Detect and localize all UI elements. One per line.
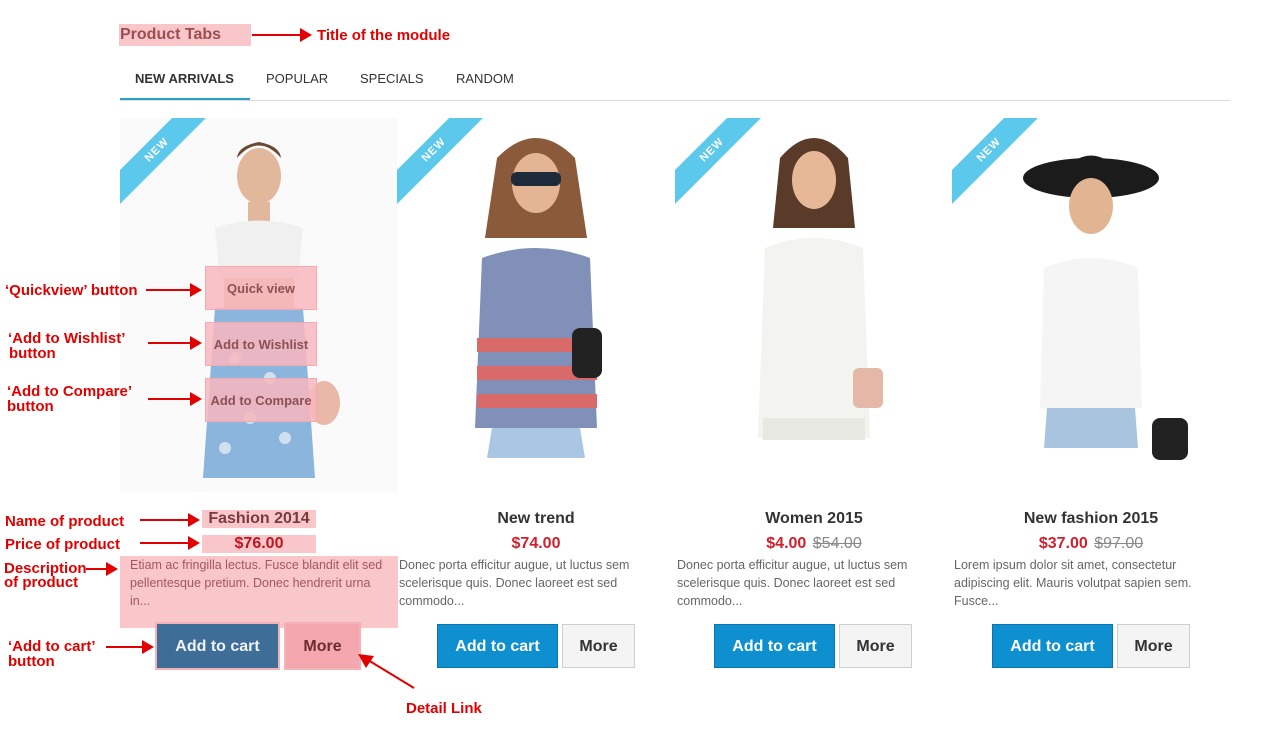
annotation-arrow — [148, 392, 202, 406]
quick-view-button[interactable]: Quick view — [205, 266, 317, 310]
product-price-wrap: $74.00 — [397, 535, 675, 553]
annotation-cart-2: button — [8, 653, 55, 670]
more-button[interactable]: More — [284, 622, 361, 670]
product-image[interactable]: NEW — [397, 118, 675, 492]
annotation-description-2: of product — [4, 574, 79, 591]
detail-link-arrow — [358, 654, 415, 689]
product-price: $74.00 — [511, 535, 561, 552]
annotation-price: Price of product — [5, 536, 121, 553]
product-name[interactable]: New fashion 2015 — [952, 510, 1230, 528]
tab-random[interactable]: RANDOM — [456, 60, 514, 101]
annotation-arrow — [86, 562, 118, 576]
tab-new-arrivals[interactable]: NEW ARRIVALS — [135, 60, 234, 101]
product-description: Lorem ipsum dolor sit amet, consectetur … — [954, 558, 1192, 608]
product-card: NEW Women 2015 $4.00 $54.00 Donec porta … — [675, 118, 953, 678]
add-to-cart-button[interactable]: Add to cart — [992, 624, 1113, 668]
product-description: Donec porta efficitur augue, ut luctus s… — [677, 558, 908, 608]
new-badge-label: NEW — [120, 118, 210, 205]
annotation-cart: ‘Add to cart’ — [8, 638, 96, 655]
product-image[interactable]: NEW — [675, 118, 953, 492]
product-price-wrap: $76.00 — [120, 535, 398, 553]
new-badge: NEW — [952, 118, 1042, 208]
new-badge-label: NEW — [952, 118, 1042, 205]
product-description: Donec porta efficitur augue, ut luctus s… — [399, 558, 630, 608]
annotation-arrow — [106, 640, 154, 654]
annotation-detail: Detail Link — [406, 700, 482, 717]
annotation-compare-2: button — [7, 398, 54, 415]
product-name[interactable]: Women 2015 — [675, 510, 953, 528]
product-price-wrap: $4.00 $54.00 — [675, 535, 953, 553]
product-image[interactable]: NEW Quick view Add to Wishlist Add to Co… — [120, 118, 398, 492]
add-to-cart-button[interactable]: Add to cart — [437, 624, 558, 668]
more-button[interactable]: More — [562, 624, 635, 668]
annotation-arrow — [140, 513, 200, 527]
tab-specials[interactable]: SPECIALS — [360, 60, 424, 101]
product-description: Etiam ac fringilla lectus. Fusce blandit… — [120, 556, 398, 628]
annotation-title: Title of the module — [317, 27, 451, 44]
tab-popular[interactable]: POPULAR — [266, 60, 328, 101]
annotation-arrow — [146, 283, 202, 297]
annotation-arrow — [148, 336, 202, 350]
annotation-wishlist: ‘Add to Wishlist’ — [8, 330, 126, 347]
product-image[interactable]: NEW — [952, 118, 1230, 492]
annotation-compare: ‘Add to Compare’ — [7, 383, 133, 400]
annotation-name: Name of product — [5, 513, 125, 530]
product-tabs: NEW ARRIVALS POPULAR SPECIALS RANDOM — [120, 60, 1230, 101]
add-to-wishlist-button[interactable]: Add to Wishlist — [205, 322, 317, 366]
annotation-arrow — [140, 536, 200, 550]
active-tab-indicator — [120, 98, 250, 100]
product-name[interactable]: Fashion 2014 — [202, 510, 316, 528]
product-price: $76.00 — [202, 535, 316, 553]
new-badge: NEW — [120, 118, 210, 208]
annotation-wishlist-2: button — [9, 345, 56, 362]
product-price: $37.00 — [1038, 535, 1088, 552]
product-old-price: $97.00 — [1094, 535, 1144, 552]
new-badge: NEW — [397, 118, 487, 208]
add-to-cart-button[interactable]: Add to cart — [155, 622, 280, 670]
new-badge: NEW — [675, 118, 765, 208]
annotation-arrow — [252, 28, 312, 42]
new-badge-label: NEW — [675, 118, 765, 205]
more-button[interactable]: More — [839, 624, 912, 668]
product-card: NEW New trend $74.00 Donec porta efficit… — [397, 118, 675, 678]
new-badge-label: NEW — [397, 118, 487, 205]
product-card: NEW New fashion 2015 $37.00 $97.00 Lorem… — [952, 118, 1230, 678]
product-price-wrap: $37.00 $97.00 — [952, 535, 1230, 553]
annotation-quickview: ‘Quickview’ button — [5, 282, 138, 299]
add-to-compare-button[interactable]: Add to Compare — [205, 378, 317, 422]
module-title: Product Tabs — [119, 24, 251, 46]
more-button[interactable]: More — [1117, 624, 1190, 668]
add-to-cart-button[interactable]: Add to cart — [714, 624, 835, 668]
product-price: $4.00 — [766, 535, 807, 552]
product-name[interactable]: New trend — [397, 510, 675, 528]
product-old-price: $54.00 — [812, 535, 862, 552]
